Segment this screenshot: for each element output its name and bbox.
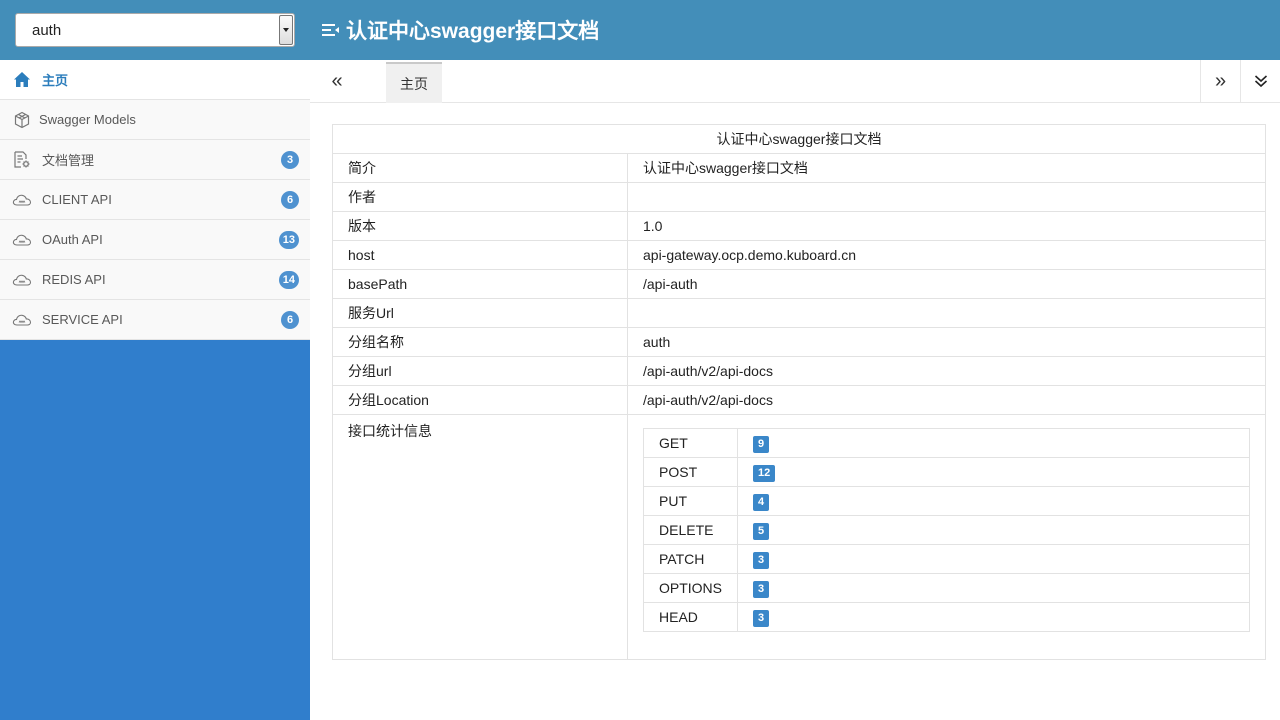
- group-select[interactable]: auth: [15, 13, 295, 47]
- sidebar-item-redis-api[interactable]: REDIS API 14: [0, 260, 310, 300]
- tab-bar: « 主页 »: [310, 60, 1280, 103]
- chevron-down-icon[interactable]: [279, 15, 293, 45]
- table-row: 接口统计信息 GET 9 POST 12 PUT 4 DELETE 5 PATC…: [332, 414, 1266, 660]
- row-key: 作者: [332, 182, 628, 212]
- cloud-icon: [12, 270, 32, 290]
- sidebar-menu: 主页 Swagger Models 文档管理 3 CLIENT API 6 OA…: [0, 60, 310, 340]
- tab-scroll-left-button[interactable]: «: [322, 60, 352, 102]
- row-key: 服务Url: [332, 298, 628, 328]
- double-chevron-down-icon: [1254, 75, 1267, 88]
- row-value: auth: [627, 327, 1266, 357]
- table-row: 作者: [332, 182, 1266, 212]
- table-row: POST 12: [642, 457, 1250, 487]
- tab-scroll-right-button[interactable]: »: [1200, 60, 1240, 102]
- count-badge: 6: [281, 191, 299, 209]
- cloud-icon: [12, 310, 32, 330]
- method-name: PUT: [642, 486, 739, 516]
- table-row: PATCH 3: [642, 544, 1250, 574]
- cloud-icon: [12, 190, 32, 210]
- method-count-badge: 4: [753, 493, 770, 511]
- tab-home[interactable]: 主页: [386, 62, 442, 103]
- row-value: api-gateway.ocp.demo.kuboard.cn: [627, 240, 1266, 270]
- method-stats-table: GET 9 POST 12 PUT 4 DELETE 5 PATCH 3 OPT…: [642, 428, 1250, 632]
- sidebar-item-label: Swagger Models: [39, 112, 136, 127]
- row-value: /api-auth/v2/api-docs: [627, 356, 1266, 386]
- method-count-badge: 5: [753, 522, 770, 540]
- row-value: [627, 182, 1266, 212]
- method-name: DELETE: [642, 515, 739, 545]
- sidebar-item-service-api[interactable]: SERVICE API 6: [0, 300, 310, 340]
- doc-info-table: 认证中心swagger接口文档 简介 认证中心swagger接口文档 作者 版本…: [332, 124, 1266, 660]
- models-icon: [12, 110, 32, 130]
- stats-cell: GET 9 POST 12 PUT 4 DELETE 5 PATCH 3 OPT…: [627, 414, 1266, 660]
- sidebar-item-oauth-api[interactable]: OAuth API 13: [0, 220, 310, 260]
- method-name: POST: [642, 457, 739, 487]
- sidebar: 主页 Swagger Models 文档管理 3 CLIENT API 6 OA…: [0, 60, 310, 720]
- table-row: HEAD 3: [642, 602, 1250, 632]
- count-badge: 14: [278, 271, 299, 289]
- sidebar-item-label: 主页: [42, 73, 69, 88]
- method-count-badge: 3: [753, 551, 770, 569]
- method-count-badge: 3: [753, 609, 770, 627]
- sidebar-item-doc-manage[interactable]: 文档管理 3: [0, 140, 310, 180]
- sidebar-item-label: SERVICE API: [42, 312, 123, 327]
- doc-title: 认证中心swagger接口文档: [332, 124, 1266, 154]
- group-select-value: auth: [32, 21, 62, 39]
- row-value: /api-auth/v2/api-docs: [627, 385, 1266, 415]
- table-row: 简介 认证中心swagger接口文档: [332, 153, 1266, 183]
- count-badge: 3: [281, 151, 299, 169]
- table-row: 服务Url: [332, 298, 1266, 328]
- row-value: 认证中心swagger接口文档: [627, 153, 1266, 183]
- method-count-badge: 12: [753, 464, 776, 482]
- row-value: 1.0: [627, 211, 1266, 241]
- table-row: DELETE 5: [642, 515, 1250, 545]
- tab-label: 主页: [400, 75, 428, 92]
- method-name: HEAD: [642, 602, 739, 632]
- home-icon: [12, 70, 32, 90]
- tab-menu-button[interactable]: [1240, 60, 1280, 102]
- method-count-badge: 3: [753, 580, 770, 598]
- row-key: 分组url: [332, 356, 628, 386]
- row-key: 分组名称: [332, 327, 628, 357]
- table-row: 分组名称 auth: [332, 327, 1266, 357]
- row-key: 分组Location: [332, 385, 628, 415]
- row-key: 简介: [332, 153, 628, 183]
- count-badge: 6: [281, 311, 299, 329]
- table-row: 版本 1.0: [332, 211, 1266, 241]
- table-row: PUT 4: [642, 486, 1250, 516]
- page-title: 认证中心swagger接口文档: [346, 20, 600, 43]
- sidebar-item-client-api[interactable]: CLIENT API 6: [0, 180, 310, 220]
- row-key: host: [332, 240, 628, 270]
- table-row: GET 9: [642, 428, 1250, 458]
- row-key: 版本: [332, 211, 628, 241]
- sidebar-item-label: OAuth API: [42, 232, 103, 247]
- header-title: 认证中心swagger接口文档: [322, 0, 599, 60]
- method-count-badge: 9: [753, 435, 770, 453]
- table-row: OPTIONS 3: [642, 573, 1250, 603]
- cloud-icon: [12, 230, 32, 250]
- doc-overview: 认证中心swagger接口文档 简介 认证中心swagger接口文档 作者 版本…: [332, 124, 1266, 660]
- sidebar-item-label: 文档管理: [42, 153, 95, 168]
- sidebar-item-label: CLIENT API: [42, 192, 112, 207]
- top-header: auth 认证中心swagger接口文档: [0, 0, 1280, 60]
- table-row: 分组Location /api-auth/v2/api-docs: [332, 385, 1266, 415]
- sidebar-item-home[interactable]: 主页: [0, 60, 310, 100]
- method-name: OPTIONS: [642, 573, 739, 603]
- table-row: 分组url /api-auth/v2/api-docs: [332, 356, 1266, 386]
- row-value: [627, 298, 1266, 328]
- method-name: GET: [642, 428, 739, 458]
- doc-settings-icon: [12, 150, 32, 170]
- method-name: PATCH: [642, 544, 739, 574]
- row-key: basePath: [332, 269, 628, 299]
- table-row: host api-gateway.ocp.demo.kuboard.cn: [332, 240, 1266, 270]
- sidebar-item-swagger-models[interactable]: Swagger Models: [0, 100, 310, 140]
- count-badge: 13: [278, 231, 299, 249]
- sidebar-item-label: REDIS API: [42, 272, 106, 287]
- table-row: basePath /api-auth: [332, 269, 1266, 299]
- stats-label: 接口统计信息: [332, 414, 628, 660]
- menu-toggle-icon[interactable]: [322, 22, 340, 38]
- row-value: /api-auth: [627, 269, 1266, 299]
